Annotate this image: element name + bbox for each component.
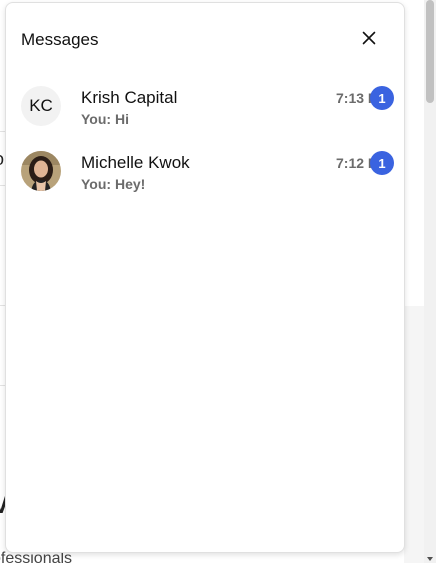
conversation-item[interactable]: KC Krish Capital You: Hi 7:13 PM 1 — [6, 73, 404, 138]
avatar — [21, 151, 61, 191]
conversation-list: KC Krish Capital You: Hi 7:13 PM 1 Miche… — [6, 73, 404, 203]
conversation-item[interactable]: Michelle Kwok You: Hey! 7:12 PM 1 — [6, 138, 404, 203]
close-icon — [362, 31, 376, 45]
conversation-name: Krish Capital — [81, 88, 177, 108]
panel-title: Messages — [21, 30, 98, 50]
messages-panel-header: Messages — [6, 3, 404, 73]
avatar-photo — [21, 151, 61, 191]
unread-badge: 1 — [370, 151, 394, 175]
messages-panel: Messages KC Krish Capital You: Hi 7:13 P… — [5, 2, 405, 553]
conversation-preview: You: Hi — [81, 111, 129, 127]
conversation-preview: You: Hey! — [81, 176, 145, 192]
scroll-down-arrow-icon[interactable] — [427, 557, 433, 561]
conversation-time: 7:13 PM — [336, 90, 372, 106]
scrollbar-thumb[interactable] — [426, 0, 434, 103]
unread-badge: 1 — [370, 86, 394, 110]
conversation-time: 7:12 PM — [336, 155, 372, 171]
close-button[interactable] — [356, 25, 382, 51]
conversation-name: Michelle Kwok — [81, 153, 190, 173]
avatar: KC — [21, 86, 61, 126]
avatar-initials: KC — [29, 96, 53, 116]
background-right-strip — [404, 306, 424, 563]
page-scrollbar[interactable] — [424, 0, 436, 563]
